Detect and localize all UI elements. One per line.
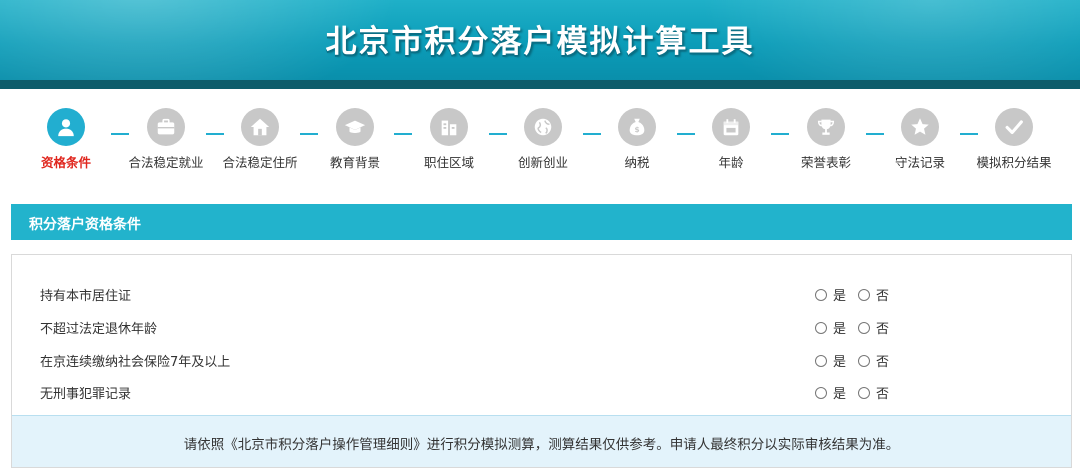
option-no-label: 否 (876, 387, 890, 402)
step-result[interactable]: 模拟积分结果 (959, 108, 1069, 171)
briefcase-icon (147, 108, 185, 146)
question-text: 不超过法定退休年龄 (40, 322, 158, 337)
buildings-icon (430, 108, 468, 146)
trophy-icon (807, 108, 845, 146)
radio-yes[interactable] (815, 386, 827, 399)
step-qualification[interactable]: 资格条件 (11, 108, 121, 171)
option-no[interactable]: 否 (858, 351, 889, 370)
option-yes[interactable]: 是 (815, 285, 846, 304)
option-yes-label: 是 (833, 322, 847, 337)
question-row: 不超过法定退休年龄 是 否 (12, 315, 1071, 339)
option-no-label: 否 (876, 289, 890, 304)
step-label: 年龄 (718, 155, 744, 170)
radio-yes[interactable] (815, 354, 827, 367)
yes-no-options: 是 否 (815, 318, 901, 337)
page-title: 北京市积分落户模拟计算工具 (325, 24, 755, 60)
option-yes[interactable]: 是 (815, 318, 846, 337)
calendar-icon (712, 108, 750, 146)
option-no-label: 否 (876, 322, 890, 337)
yes-no-options: 是 否 (815, 351, 901, 370)
radio-no[interactable] (858, 386, 871, 399)
option-no[interactable]: 否 (858, 318, 889, 337)
option-no[interactable]: 否 (858, 285, 889, 304)
step-label: 合法稳定住所 (222, 155, 298, 170)
option-no[interactable]: 否 (858, 383, 889, 402)
qualification-panel: 持有本市居住证 是 否 不超过法定退休年龄 是 否 在京连续缴纳社会保险7年及以… (11, 254, 1072, 468)
step-label: 模拟积分结果 (976, 155, 1052, 170)
radio-no[interactable] (858, 321, 871, 334)
option-yes-label: 是 (833, 289, 847, 304)
globe-icon (524, 108, 562, 146)
question-row: 持有本市居住证 是 否 (12, 282, 1071, 306)
question-row: 在京连续缴纳社会保险7年及以上 是 否 (12, 348, 1071, 372)
radio-no[interactable] (858, 288, 871, 301)
radio-yes[interactable] (815, 321, 827, 334)
house-icon (241, 108, 279, 146)
question-text: 在京连续缴纳社会保险7年及以上 (40, 355, 231, 370)
check-icon (995, 108, 1033, 146)
yes-no-options: 是 否 (815, 383, 901, 402)
disclaimer-notice: 请依照《北京市积分落户操作管理细则》进行积分模拟测算，测算结果仅供参考。申请人最… (12, 415, 1071, 467)
option-yes[interactable]: 是 (815, 351, 846, 370)
question-text: 无刑事犯罪记录 (40, 387, 132, 402)
radio-no[interactable] (858, 354, 871, 367)
option-yes-label: 是 (833, 387, 847, 402)
question-row: 无刑事犯罪记录 是 否 (12, 380, 1071, 404)
step-residence[interactable]: 合法稳定住所 (205, 108, 315, 171)
question-text: 持有本市居住证 (40, 289, 132, 304)
step-navigation: 资格条件 合法稳定就业 合法稳定住所 教育背景 职住区域 创新创业 $ 纳税 年… (0, 108, 1080, 178)
header-banner: 北京市积分落户模拟计算工具 (0, 0, 1080, 80)
option-yes-label: 是 (833, 355, 847, 370)
step-label: 资格条件 (40, 155, 91, 170)
banner-strip (0, 80, 1080, 89)
option-yes[interactable]: 是 (815, 383, 846, 402)
svg-text:$: $ (634, 125, 639, 134)
money-bag-icon: $ (618, 108, 656, 146)
star-icon (901, 108, 939, 146)
section-title: 积分落户资格条件 (11, 204, 1072, 240)
option-no-label: 否 (876, 355, 890, 370)
step-age[interactable]: 年龄 (676, 108, 786, 171)
person-icon (47, 108, 85, 146)
radio-yes[interactable] (815, 288, 827, 301)
graduation-cap-icon (336, 108, 374, 146)
yes-no-options: 是 否 (815, 285, 901, 304)
